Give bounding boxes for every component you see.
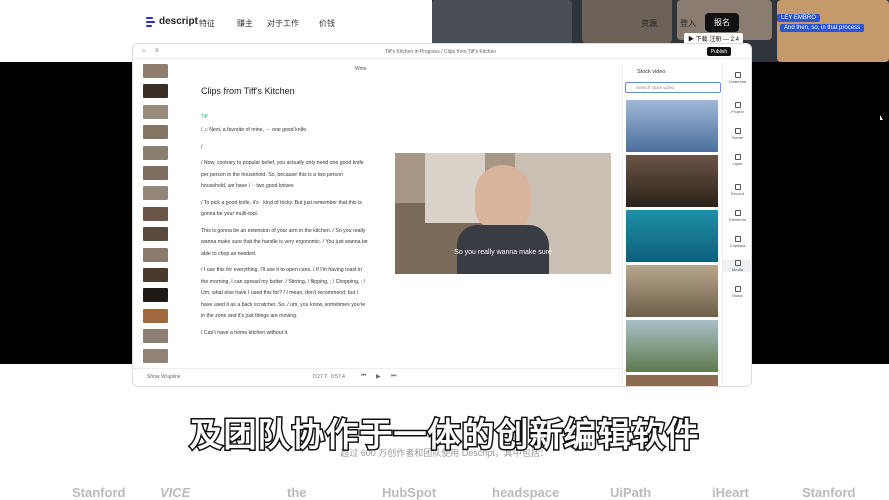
- publish-button[interactable]: Publish: [707, 47, 731, 56]
- scene-thumbnails: [143, 64, 173, 370]
- write-mode-button[interactable]: Write: [355, 66, 367, 72]
- scene-thumbnail[interactable]: [143, 267, 168, 282]
- signup-button[interactable]: 报名: [705, 13, 739, 32]
- show-wrap-toggle[interactable]: Show Wrapline: [147, 374, 181, 380]
- script-paragraph[interactable]: / Now, contrary to popular belief, you a…: [201, 158, 369, 193]
- scene-thumbnail[interactable]: [143, 125, 168, 140]
- brand-logo[interactable]: descript: [146, 16, 198, 27]
- customer-logo: Stanford: [72, 485, 126, 500]
- video-preview[interactable]: So you really wanna make sure: [395, 153, 611, 274]
- customer-logo: HubSpot: [382, 485, 437, 500]
- descript-logo-icon: [146, 16, 155, 27]
- rail-item-music[interactable]: Music: [723, 286, 751, 298]
- collage-chip: ▶ 下载 注册 — 2:4: [684, 33, 744, 44]
- video-subtitle: So you really wanna make sure: [454, 249, 552, 256]
- customer-logo: UiPath: [610, 485, 652, 500]
- script-paragraph[interactable]: / To pick a good knife, it's · kind of t…: [201, 198, 369, 221]
- app-window: ⌂ ≡ Tiff's Kitchen in Progress / Clips f…: [133, 44, 751, 386]
- stock-video-thumbnail[interactable]: [626, 210, 718, 262]
- stock-video-thumbnail[interactable]: [626, 100, 718, 152]
- stock-video-thumbnail[interactable]: [626, 320, 718, 372]
- title-bar: ⌂ ≡ Tiff's Kitchen in Progress / Clips f…: [133, 44, 751, 59]
- doc-title[interactable]: Clips from Tiff's Kitchen: [201, 86, 369, 98]
- customer-logo: Stanford: [802, 485, 856, 500]
- rail-item-underlord[interactable]: Underlord: [723, 72, 751, 84]
- collage-chip: And then, so, in that process: [780, 24, 865, 32]
- right-tool-rail: Underlord Project Scene Layer Record Ele…: [722, 62, 751, 386]
- scene-thumbnail[interactable]: [143, 349, 168, 364]
- customer-logo: iHeart: [712, 485, 749, 500]
- stock-search-input[interactable]: Search stock video: [625, 82, 721, 93]
- nav-item-pricing[interactable]: 价钱: [319, 18, 335, 29]
- customer-logo: the: [287, 485, 307, 500]
- brand-name: descript: [159, 16, 198, 27]
- script-paragraph[interactable]: This is gonna be an extension of your ar…: [201, 226, 369, 261]
- scene-thumbnail[interactable]: [143, 206, 168, 221]
- rail-item-scene[interactable]: Scene: [723, 128, 751, 140]
- rail-item-captions[interactable]: Captions: [723, 236, 751, 248]
- scene-thumbnail[interactable]: [143, 329, 168, 344]
- nav-item-features[interactable]: 特征: [199, 18, 215, 29]
- nav-resources[interactable]: 资源: [641, 18, 657, 29]
- customer-logo: headspace: [492, 485, 560, 500]
- rail-item-project[interactable]: Project: [723, 102, 751, 114]
- time-total: 0:57.4: [331, 374, 345, 380]
- script-paragraph[interactable]: / I use this for everything. I'll use it…: [201, 265, 369, 323]
- login-button[interactable]: 登入: [680, 18, 696, 29]
- scene-thumbnail[interactable]: [143, 64, 168, 78]
- script-editor[interactable]: Clips from Tiff's Kitchen Tiff / ♫ Next,…: [201, 86, 369, 344]
- scene-thumbnail[interactable]: [143, 247, 168, 262]
- scene-thumbnail[interactable]: [143, 165, 168, 180]
- scene-thumbnail[interactable]: [143, 227, 168, 242]
- time-current: 0:27.7: [313, 374, 327, 380]
- script-paragraph[interactable]: /: [201, 142, 369, 154]
- scene-thumbnail[interactable]: [143, 288, 168, 303]
- nav-item-earn[interactable]: 赚主: [237, 18, 253, 29]
- scene-thumbnail[interactable]: [143, 104, 168, 119]
- home-icon[interactable]: ⌂: [142, 48, 146, 54]
- rail-item-elements[interactable]: Elements: [723, 210, 751, 222]
- menu-icon[interactable]: ≡: [155, 48, 159, 54]
- player-bar: Show Wrapline 0:27.7 0:57.4 ⏮ ▶ ⏭: [133, 368, 622, 386]
- scene-thumbnail[interactable]: [143, 84, 168, 99]
- customer-logo: VICE: [160, 485, 191, 500]
- skip-back-icon[interactable]: ⏮: [361, 373, 366, 380]
- rail-item-record[interactable]: Record: [723, 184, 751, 196]
- collage-chip: LEY EMBRO: [777, 14, 820, 22]
- scene-thumbnail[interactable]: [143, 308, 168, 323]
- script-paragraph[interactable]: / Can't have a home kitchen without it.: [201, 328, 369, 340]
- script-paragraph[interactable]: / ♫ Next, a favorite of mine, ··· one go…: [201, 125, 369, 137]
- rail-item-media[interactable]: Media: [723, 260, 751, 272]
- mouse-cursor-icon: [880, 115, 883, 120]
- breadcrumb[interactable]: Tiff's Kitchen in Progress / Clips from …: [385, 49, 496, 55]
- skip-forward-icon[interactable]: ⏭: [391, 373, 396, 380]
- play-icon[interactable]: ▶: [376, 373, 381, 380]
- nav-item-work[interactable]: 对于工作: [267, 18, 299, 29]
- stock-video-thumbnail[interactable]: [626, 155, 718, 207]
- stock-panel-title: Stock video: [637, 69, 666, 75]
- video-caption: 及团队协作于一体的创新编辑软件: [188, 414, 700, 456]
- rail-item-layer[interactable]: Layer: [723, 154, 751, 166]
- stock-video-panel: Stock video Search stock video: [622, 62, 722, 386]
- speaker-label[interactable]: Tiff: [201, 112, 369, 124]
- scene-thumbnail[interactable]: [143, 186, 168, 201]
- stock-video-thumbnail[interactable]: [626, 265, 718, 317]
- stock-video-thumbnail[interactable]: [626, 375, 718, 386]
- scene-thumbnail[interactable]: [143, 145, 168, 160]
